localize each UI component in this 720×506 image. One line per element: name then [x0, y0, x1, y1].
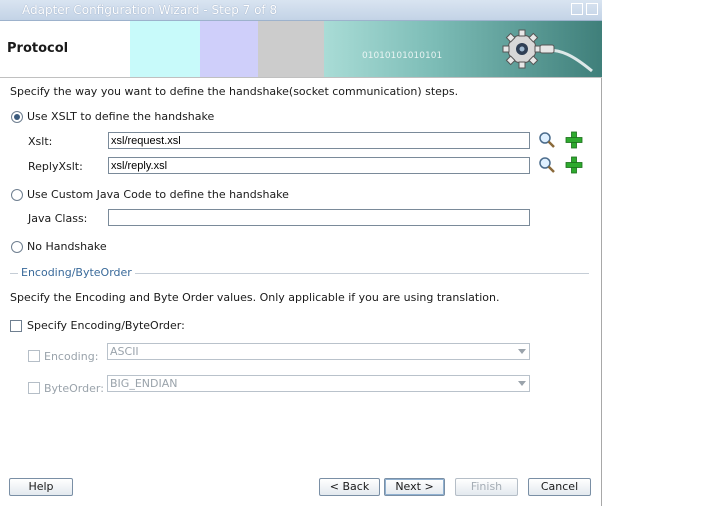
byteorder-select[interactable]: BIG_ENDIAN — [107, 375, 530, 392]
banner-band-gray — [258, 21, 324, 77]
finish-button[interactable]: Finish — [455, 478, 518, 496]
search-icon[interactable] — [538, 131, 556, 149]
add-icon[interactable] — [565, 156, 583, 174]
byteorder-checkbox[interactable] — [28, 382, 40, 394]
encoding-label: Encoding: — [44, 350, 99, 363]
replyxslt-input[interactable] — [108, 157, 530, 174]
help-button-label: Help — [28, 480, 54, 493]
no-handshake-label: No Handshake — [27, 240, 107, 253]
next-button[interactable]: Next > — [384, 478, 445, 496]
group-separator-right — [135, 273, 589, 274]
xslt-radio[interactable] — [11, 111, 23, 123]
replyxslt-label: ReplyXslt: — [28, 160, 83, 173]
specify-encoding-label: Specify Encoding/ByteOrder: — [27, 319, 185, 332]
maximize-icon[interactable] — [586, 3, 598, 15]
gear-icon — [502, 29, 593, 73]
header-banner: Protocol 01010101010101 — [0, 21, 602, 78]
encoding-select-value: ASCII — [110, 345, 139, 358]
no-handshake-radio[interactable] — [11, 241, 23, 253]
chevron-down-icon[interactable] — [518, 381, 526, 386]
page-title: Protocol — [7, 41, 69, 56]
encoding-checkbox[interactable] — [28, 350, 40, 362]
restore-icon[interactable] — [571, 3, 583, 15]
next-button-label: Next > — [395, 480, 434, 493]
add-icon[interactable] — [565, 131, 583, 149]
cancel-button[interactable]: Cancel — [528, 478, 591, 496]
wizard-dialog: Adapter Configuration Wizard - Step 7 of… — [0, 0, 602, 506]
banner-binary-text: 01010101010101 — [362, 51, 443, 61]
search-icon[interactable] — [538, 156, 556, 174]
java-radio[interactable] — [11, 189, 23, 201]
back-button[interactable]: < Back — [319, 478, 380, 496]
encoding-description: Specify the Encoding and Byte Order valu… — [10, 291, 500, 304]
xslt-label: Xslt: — [28, 135, 53, 148]
group-separator-left — [10, 273, 18, 274]
title-bar: Adapter Configuration Wizard - Step 7 of… — [0, 0, 602, 21]
byteorder-select-value: BIG_ENDIAN — [110, 377, 178, 390]
cancel-button-label: Cancel — [540, 480, 579, 493]
help-button[interactable]: Help — [9, 478, 73, 496]
encoding-select[interactable]: ASCII — [107, 343, 530, 360]
xslt-option-label: Use XSLT to define the handshake — [27, 110, 215, 123]
java-option-label: Use Custom Java Code to define the hands… — [27, 188, 289, 201]
banner-band-lavender — [200, 21, 258, 77]
encoding-group-title: Encoding/ByteOrder — [21, 266, 132, 279]
window-title: Adapter Configuration Wizard - Step 7 of… — [22, 3, 278, 17]
java-class-label: Java Class: — [28, 212, 88, 225]
banner-band-cyan — [130, 21, 200, 77]
java-class-input[interactable] — [108, 209, 530, 226]
xslt-input[interactable] — [108, 132, 530, 149]
chevron-down-icon[interactable] — [518, 349, 526, 354]
specify-encoding-checkbox[interactable] — [10, 320, 22, 332]
byteorder-label: ByteOrder: — [44, 382, 104, 395]
back-button-label: < Back — [329, 480, 370, 493]
finish-button-label: Finish — [470, 480, 503, 493]
intro-text: Specify the way you want to define the h… — [10, 85, 459, 98]
